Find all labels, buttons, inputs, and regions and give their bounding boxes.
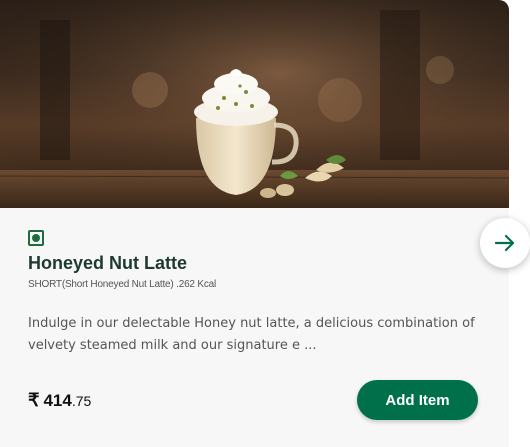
latte-image [0, 0, 509, 208]
price-decimal: .75 [71, 393, 92, 409]
product-price: ₹414.75 [28, 390, 91, 411]
latte-illustration [0, 0, 509, 208]
product-description: Indulge in our delectable Honey nut latt… [28, 316, 475, 353]
veg-indicator-icon [28, 230, 44, 246]
arrow-right-icon [494, 234, 515, 252]
product-name: Honeyed Nut Latte [28, 253, 188, 273]
veg-dot [32, 234, 40, 242]
currency-symbol: ₹ [28, 390, 40, 410]
price-main: 414 [43, 391, 72, 410]
product-subtitle: SHORT(Short Honeyed Nut Latte) .262 Kcal [28, 279, 217, 290]
next-button[interactable] [480, 218, 530, 268]
add-item-button[interactable]: Add Item [357, 380, 478, 420]
product-card: Honeyed Nut Latte SHORT(Short Honeyed Nu… [0, 0, 509, 447]
